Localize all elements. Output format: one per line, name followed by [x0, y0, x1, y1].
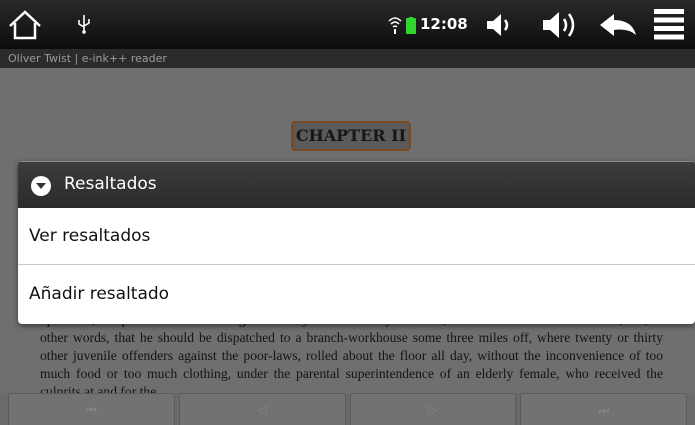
battery-icon	[406, 17, 416, 34]
home-icon[interactable]	[8, 10, 42, 40]
last-page-button[interactable]: ⏭	[520, 393, 687, 425]
prev-page-button[interactable]: ◁	[178, 393, 346, 425]
usb-icon	[78, 15, 90, 34]
add-highlight-item[interactable]: Añadir resaltado	[18, 266, 695, 322]
app-title: Oliver Twist | e-ink++ reader	[0, 49, 695, 68]
first-page-button[interactable]: ⏮	[8, 393, 175, 425]
dialog-title: Resaltados	[64, 174, 157, 194]
clock: 12:08	[420, 15, 468, 33]
chevron-down-circle-icon	[31, 176, 51, 196]
dialog-header: Resaltados	[18, 161, 695, 208]
volume-up-icon[interactable]	[540, 8, 582, 42]
menu-icon[interactable]	[654, 9, 684, 40]
view-highlights-item[interactable]: Ver resaltados	[18, 208, 695, 264]
dialog-body: Ver resaltados Añadir resaltado	[18, 208, 695, 324]
page-nav-bar: ⏮ ◁ ▷ ⏭	[0, 393, 695, 425]
divider	[18, 264, 695, 265]
volume-down-icon[interactable]	[483, 11, 515, 39]
chapter-heading: CHAPTER II	[291, 121, 411, 151]
next-page-button[interactable]: ▷	[349, 393, 517, 425]
wifi-icon	[388, 17, 402, 34]
status-bar: 12:08	[0, 0, 695, 49]
back-icon[interactable]	[598, 11, 638, 39]
highlights-dialog: Resaltados Ver resaltados Añadir resalta…	[18, 161, 695, 324]
